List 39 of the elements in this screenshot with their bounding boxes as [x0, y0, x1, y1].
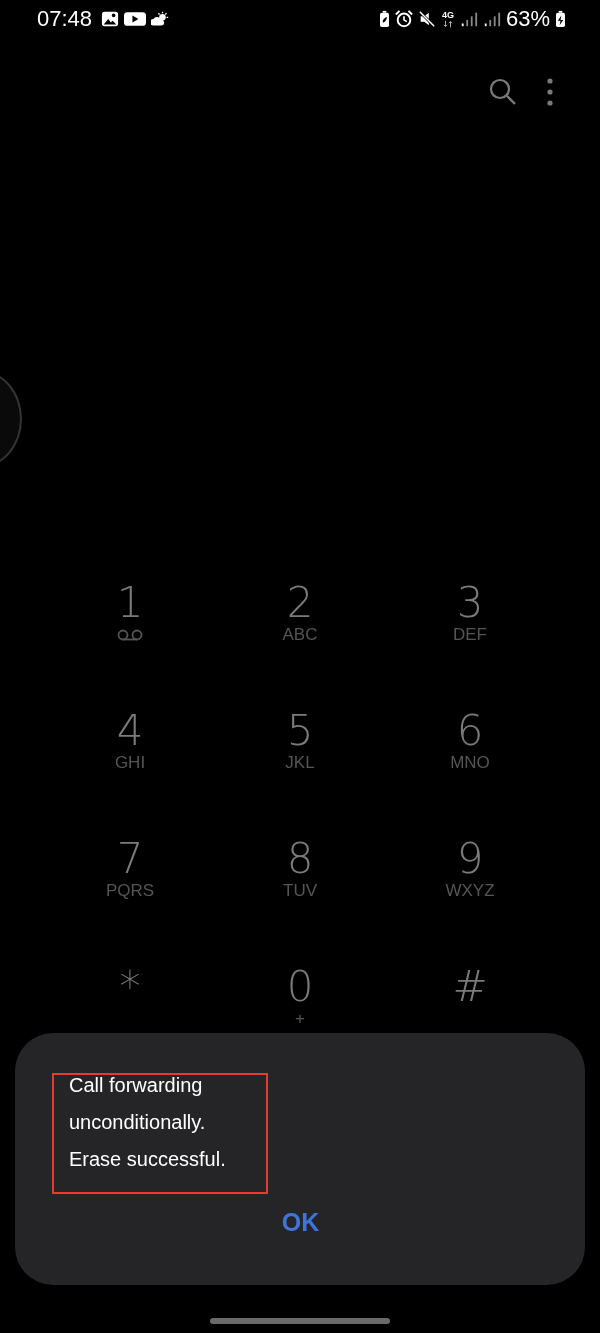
dial-key[interactable]: 5 — [286, 708, 314, 754]
network-type: 4G — [441, 10, 454, 20]
dialog-message: Call forwarding unconditionally. Erase successful. — [69, 1073, 226, 1172]
key-letters: DEF — [453, 626, 487, 644]
key-letters: WXYZ — [445, 882, 495, 900]
more-options-icon[interactable] — [546, 76, 554, 107]
data-arrows-icon — [442, 19, 453, 28]
weather-icon — [151, 10, 170, 28]
signal-icon — [459, 10, 478, 28]
dial-key[interactable]: 1 — [116, 580, 144, 626]
dial-key[interactable]: 0 — [286, 964, 314, 1010]
signal-icon — [482, 10, 501, 28]
image-icon — [101, 10, 120, 28]
key-letters: TUV — [283, 882, 317, 900]
dial-key[interactable]: 7 — [116, 836, 144, 882]
key-letters: MNO — [450, 754, 490, 772]
mute-icon — [417, 10, 436, 28]
ok-button[interactable]: OK — [269, 1204, 332, 1241]
battery-charging-icon — [555, 10, 566, 28]
key-letters: + — [295, 1010, 305, 1028]
dial-key[interactable]: # — [452, 964, 488, 1010]
dial-key[interactable]: * — [119, 964, 141, 1010]
play-icon — [124, 10, 147, 28]
key-letters: GHI — [114, 754, 146, 772]
status-time: 07:48 — [37, 6, 93, 32]
search-icon[interactable] — [488, 76, 518, 107]
voicemail-icon — [116, 629, 144, 641]
key-letters: PQRS — [105, 882, 155, 900]
alarm-icon — [394, 10, 413, 28]
battery-saver-icon — [378, 10, 390, 28]
dial-key[interactable]: 9 — [456, 836, 484, 882]
battery-percent: 63% — [505, 6, 550, 32]
dial-key[interactable]: 3 — [456, 580, 484, 626]
dial-key[interactable]: 4 — [116, 708, 144, 754]
dial-key[interactable]: 6 — [456, 708, 484, 754]
dial-key[interactable]: 8 — [286, 836, 314, 882]
key-letters: ABC — [282, 626, 318, 644]
dial-key[interactable]: 2 — [286, 580, 314, 626]
key-letters: JKL — [285, 754, 315, 772]
